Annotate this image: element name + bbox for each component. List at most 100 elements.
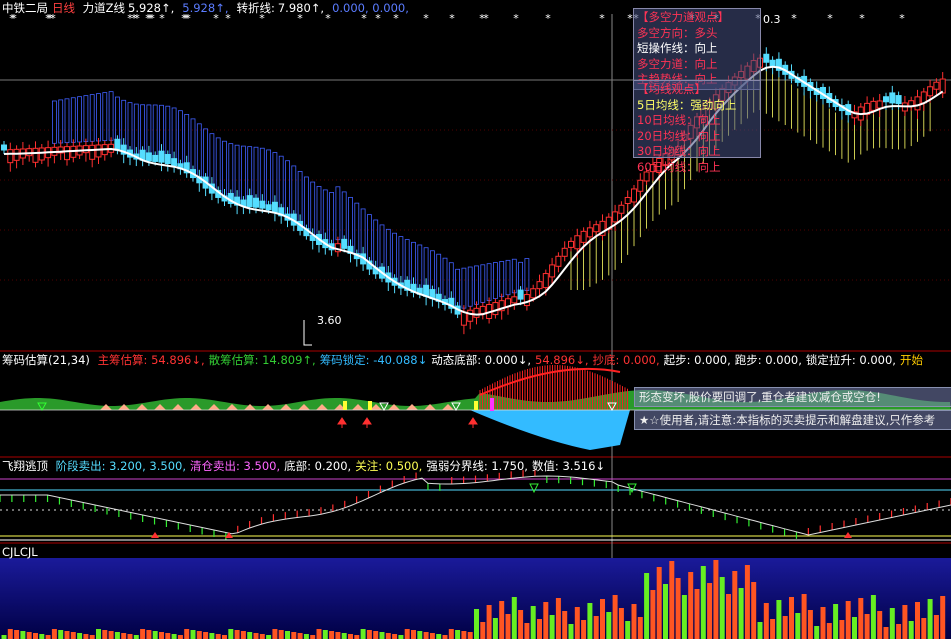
candle-body-40 bbox=[253, 197, 259, 208]
channel-bar-blue-9 bbox=[58, 99, 64, 144]
volume-bar-139 bbox=[877, 611, 883, 639]
main-item-2: 转折线: 7.980↑, bbox=[236, 1, 328, 15]
volume-bar-58 bbox=[366, 630, 372, 639]
channel-bar-blue-66 bbox=[417, 244, 423, 291]
volume-bar-125 bbox=[789, 597, 794, 639]
volume-bar-105 bbox=[663, 584, 668, 639]
volume-bar-91 bbox=[574, 607, 580, 639]
star-marker-24: * bbox=[449, 12, 455, 25]
volume-bar-128 bbox=[807, 610, 813, 639]
candle-body-141 bbox=[889, 92, 896, 104]
escape-line bbox=[0, 475, 951, 536]
volume-bar-69 bbox=[436, 634, 442, 639]
chip-item-6: 起步: 0.000, bbox=[663, 353, 731, 367]
stock-name: 中铁二局 bbox=[2, 1, 48, 15]
volume-bar-7 bbox=[45, 635, 51, 639]
volume-bar-34 bbox=[215, 634, 221, 639]
channel-bar-blue-24 bbox=[152, 104, 158, 158]
candle-body-85 bbox=[536, 281, 543, 290]
volume-bar-49 bbox=[310, 635, 316, 639]
volume-bar-65 bbox=[411, 630, 416, 639]
high-price-label: 0.3 bbox=[763, 13, 781, 26]
candle-body-140 bbox=[883, 96, 889, 103]
escape-title: 飞翔逃顶 bbox=[2, 459, 48, 473]
volume-bar-6 bbox=[39, 634, 45, 639]
candle-body-41 bbox=[259, 200, 266, 209]
volume-bar-52 bbox=[329, 631, 335, 639]
candle-body-100 bbox=[631, 188, 637, 203]
low-price-pointer bbox=[303, 320, 312, 346]
main-item-value-3: 0.000, 0.000, bbox=[332, 1, 409, 15]
chip-yellow-tick-0 bbox=[343, 401, 347, 410]
candle-body-81 bbox=[511, 296, 518, 304]
volume-bar-8 bbox=[51, 629, 57, 639]
tooltip_b-line-3: 30日均线：向上 bbox=[637, 144, 721, 158]
volume-bar-142 bbox=[896, 624, 902, 639]
volume-bar-103 bbox=[650, 590, 656, 639]
chip-up-arrow-1 bbox=[362, 417, 372, 428]
volume-bar-80 bbox=[505, 614, 511, 639]
volume-bar-46 bbox=[291, 632, 297, 639]
volume-bar-77 bbox=[486, 605, 492, 639]
volume-bar-36 bbox=[228, 629, 234, 639]
volume-bar-113 bbox=[713, 560, 719, 639]
candle-body-5 bbox=[32, 147, 39, 163]
main-item-value-2: 7.980↑, bbox=[277, 1, 325, 15]
star-marker-37: * bbox=[859, 12, 865, 25]
escape-item-2: 底部: 0.200, bbox=[284, 459, 352, 473]
volume-bar-117 bbox=[738, 588, 744, 639]
volume-bar-79 bbox=[499, 601, 505, 639]
chart-canvas[interactable]: *************************************** bbox=[0, 0, 951, 639]
chip-item-5: 抄底: 0.000, bbox=[592, 353, 660, 367]
main-item-1: 5.928↑, bbox=[182, 1, 232, 15]
candle-body-145 bbox=[914, 96, 921, 111]
candle-body-27 bbox=[171, 158, 178, 167]
volume-bar-97 bbox=[612, 595, 618, 639]
volume-bar-84 bbox=[530, 606, 536, 639]
volume-bar-22 bbox=[140, 629, 146, 639]
candle-body-78 bbox=[492, 302, 499, 316]
candle-body-43 bbox=[271, 201, 278, 213]
volume-bar-110 bbox=[694, 589, 700, 639]
volume-bar-120 bbox=[757, 622, 763, 639]
candle-body-101 bbox=[637, 179, 644, 192]
volume-bar-54 bbox=[341, 633, 347, 639]
chip-blue-area bbox=[470, 410, 630, 450]
chip-item-1: 散筹估算: 14.809↑, bbox=[208, 353, 316, 367]
volume-bar-50 bbox=[316, 629, 322, 639]
volume-bar-148 bbox=[933, 615, 939, 639]
volume-bar-29 bbox=[184, 629, 190, 639]
volume-bar-88 bbox=[555, 598, 561, 639]
main-header: 中铁二局 日线 力道Z线 5.928↑, 5.928↑, 转折线: 7.980↑, 0.00… bbox=[2, 1, 421, 16]
volume-bar-2 bbox=[14, 630, 20, 639]
escape-header: 飞翔逃顶 阶段卖出: 3.200, 3.500, 清仓卖出: 3.500, 底部: … bbox=[2, 459, 613, 474]
candle-body-92 bbox=[580, 230, 587, 243]
escape-up-arrow-0 bbox=[151, 532, 159, 538]
volume-bar-111 bbox=[700, 566, 706, 639]
main-item-value-0: 5.928↑, bbox=[128, 1, 175, 15]
escape-item-0: 阶段卖出: 3.200, 3.500, bbox=[55, 459, 186, 473]
candle-body-94 bbox=[593, 224, 600, 233]
volume-bar-140 bbox=[883, 627, 889, 639]
volume-bar-101 bbox=[637, 617, 643, 639]
volume-bar-115 bbox=[726, 594, 731, 639]
escape-item-3: 关注: 0.500, bbox=[355, 459, 423, 473]
channel-bar-blue-56 bbox=[354, 202, 360, 256]
chip-item-9: 开始 bbox=[899, 353, 923, 367]
channel-bar-blue-34 bbox=[215, 137, 221, 194]
candle-body-0 bbox=[1, 144, 7, 151]
volume-bar-59 bbox=[373, 631, 379, 639]
candle-body-2 bbox=[13, 148, 20, 161]
volume-bar-15 bbox=[96, 629, 101, 639]
channel-bar-blue-16 bbox=[102, 92, 108, 142]
volume-bar-112 bbox=[707, 583, 713, 639]
volume-bar-85 bbox=[537, 619, 542, 639]
main-item-label-0: 力道Z线 bbox=[82, 1, 126, 15]
channel-bar-blue-62 bbox=[392, 232, 398, 282]
candle-body-83 bbox=[523, 294, 530, 307]
channel-bar-blue-38 bbox=[240, 145, 246, 203]
volume-bar-61 bbox=[385, 633, 391, 639]
volume-bar-131 bbox=[826, 623, 832, 639]
volume-bar-94 bbox=[593, 616, 599, 639]
tooltip-moving-average: 【均线观点】 5日均线：强劲向上 10日均线：向上 20日均线：向上 30日均线：向上… bbox=[633, 80, 761, 174]
